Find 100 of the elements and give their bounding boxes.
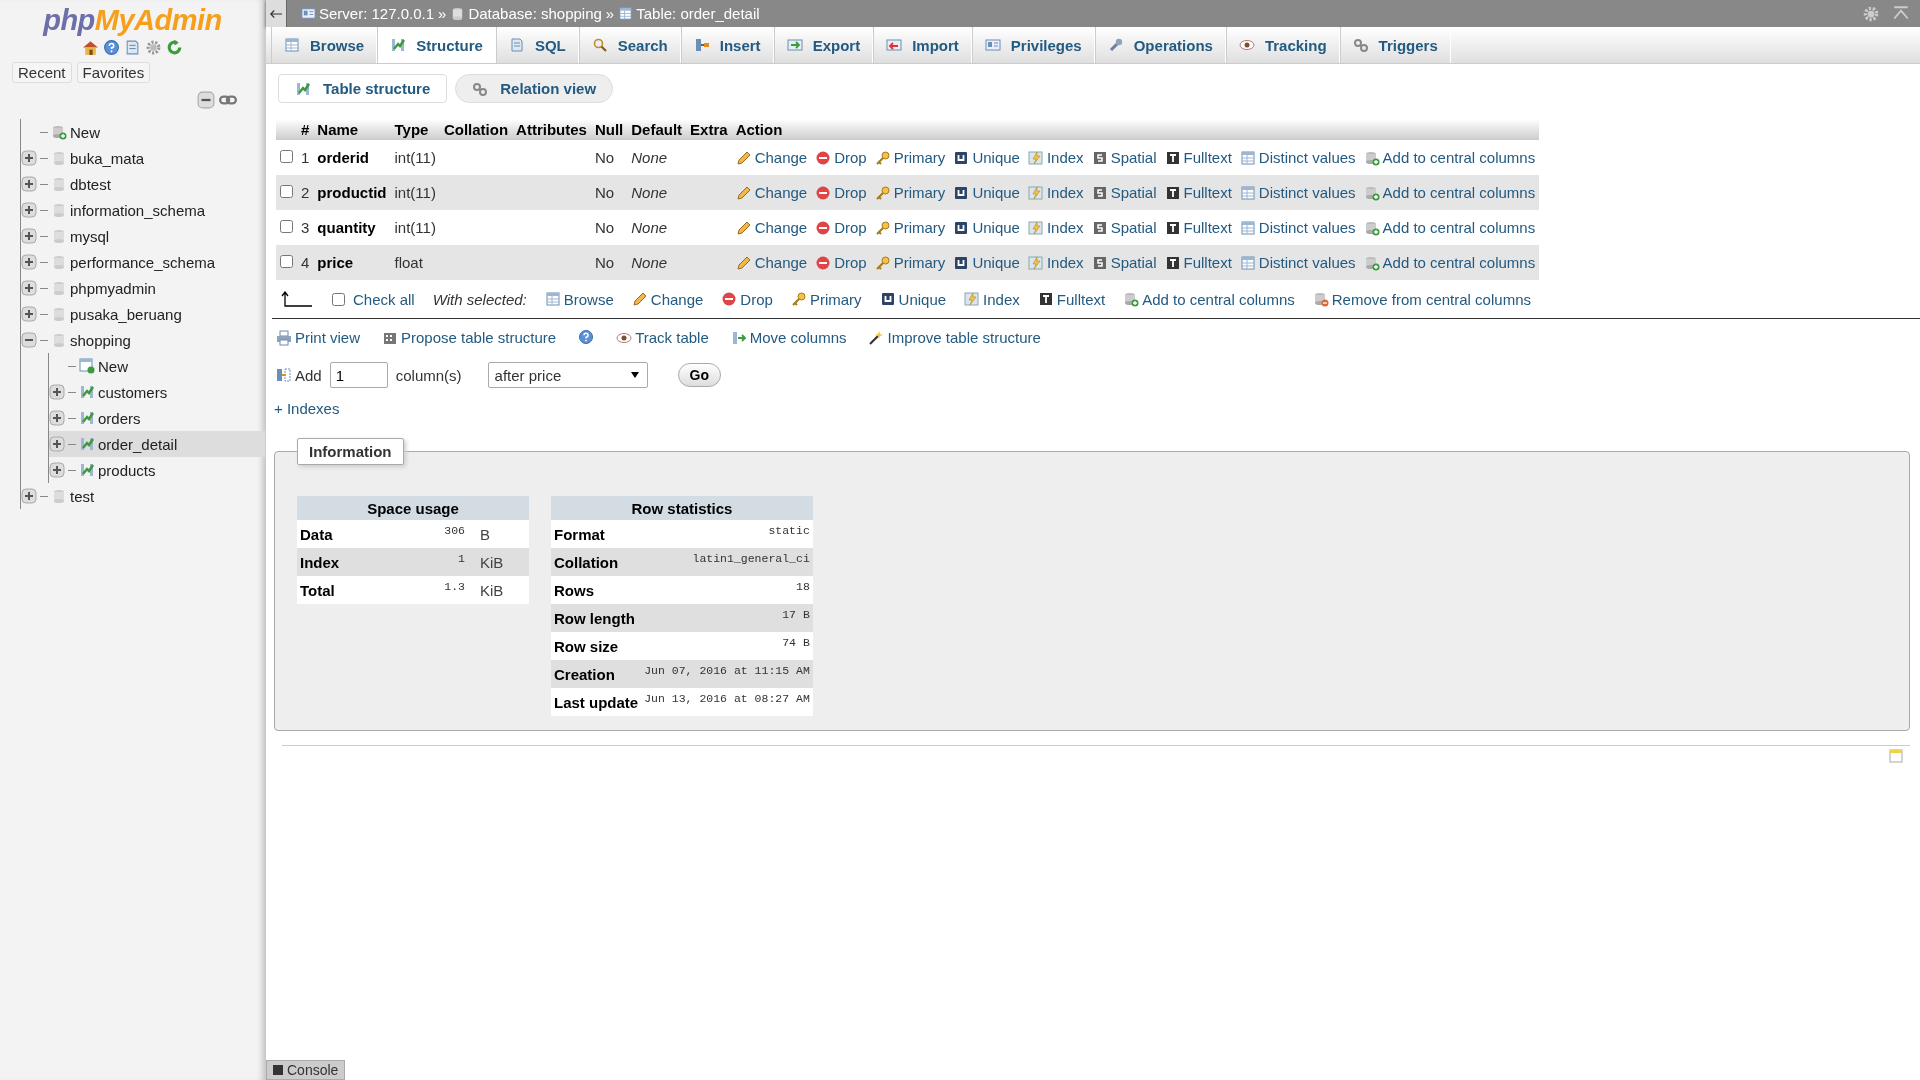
action-link[interactable]: Unique: [953, 149, 1020, 166]
tree-item[interactable]: dbtest: [21, 171, 265, 197]
tree-item[interactable]: shopping: [21, 327, 265, 353]
tab[interactable]: Tracking: [1225, 27, 1340, 63]
bulk-action-link[interactable]: Index: [964, 290, 1020, 308]
expand-icon[interactable]: [49, 410, 65, 426]
action-link[interactable]: Index: [1027, 219, 1084, 236]
column-count-field[interactable]: 1: [329, 362, 388, 388]
sidebar-tab[interactable]: Favorites: [76, 62, 151, 83]
link[interactable]: Propose table structure: [382, 329, 557, 346]
tree-item[interactable]: test: [21, 483, 265, 509]
action-link[interactable]: Fulltext: [1164, 254, 1232, 271]
collapse-icon[interactable]: [21, 332, 37, 348]
action-link[interactable]: Distinct values: [1239, 254, 1356, 271]
action-link[interactable]: Index: [1027, 254, 1084, 271]
action-link[interactable]: Fulltext: [1164, 219, 1232, 236]
expand-icon[interactable]: [21, 254, 37, 270]
action-link[interactable]: Distinct values: [1239, 184, 1356, 201]
go-button[interactable]: Go: [677, 363, 721, 387]
logo[interactable]: phpMyAdmin: [0, 0, 265, 37]
tab[interactable]: Import: [873, 27, 972, 63]
expand-icon[interactable]: [21, 228, 37, 244]
bulk-action-link[interactable]: Change: [631, 290, 704, 308]
tree-item[interactable]: customers: [49, 379, 265, 405]
action-link[interactable]: Change: [735, 254, 808, 271]
tab[interactable]: Triggers: [1339, 27, 1451, 63]
bulk-action-link[interactable]: Remove from central columns: [1312, 290, 1531, 308]
action-link[interactable]: Index: [1027, 149, 1084, 166]
tree-item[interactable]: mysql: [21, 223, 265, 249]
tab[interactable]: Privileges: [971, 27, 1095, 63]
bulk-action-link[interactable]: Add to central columns: [1123, 290, 1295, 308]
checkbox[interactable]: [332, 292, 345, 306]
tab[interactable]: SQL: [495, 27, 579, 63]
action-link[interactable]: Add to central columns: [1363, 184, 1536, 201]
help-icon[interactable]: [103, 39, 120, 56]
action-link[interactable]: Change: [735, 219, 808, 236]
document-icon[interactable]: [124, 39, 141, 56]
bulk-action-link[interactable]: Browse: [544, 290, 614, 308]
link[interactable]: Improve table structure: [868, 329, 1041, 346]
action-link[interactable]: Primary: [874, 184, 946, 201]
action-link[interactable]: Drop: [815, 254, 867, 271]
tab[interactable]: Export: [773, 27, 874, 63]
breadcrumb-link[interactable]: Table: order_detail: [618, 5, 760, 22]
console-tab[interactable]: Console: [266, 1060, 346, 1080]
tree-item[interactable]: performance_schema: [21, 249, 265, 275]
back-button[interactable]: [266, 0, 287, 27]
action-link[interactable]: Fulltext: [1164, 184, 1232, 201]
action-link[interactable]: Spatial: [1091, 149, 1157, 166]
tab[interactable]: Search: [578, 27, 681, 63]
action-link[interactable]: Distinct values: [1239, 149, 1356, 166]
action-link[interactable]: Spatial: [1091, 184, 1157, 201]
link[interactable]: Move columns: [730, 329, 847, 346]
tab[interactable]: Insert: [680, 27, 774, 63]
action-link[interactable]: Add to central columns: [1363, 254, 1536, 271]
action-link[interactable]: Primary: [874, 254, 946, 271]
expand-icon[interactable]: [49, 462, 65, 478]
expand-icon[interactable]: [21, 202, 37, 218]
action-link[interactable]: Change: [735, 149, 808, 166]
tab[interactable]: Structure: [377, 27, 496, 63]
position-dropdown[interactable]: after price: [487, 362, 648, 388]
tree-item[interactable]: New: [21, 119, 265, 145]
row-checkbox[interactable]: [280, 255, 293, 268]
action-link[interactable]: Distinct values: [1239, 219, 1356, 236]
tree-item[interactable]: buka_mata: [21, 145, 265, 171]
action-link[interactable]: Unique: [953, 254, 1020, 271]
expand-icon[interactable]: [21, 306, 37, 322]
row-checkbox[interactable]: [280, 185, 293, 198]
home-icon[interactable]: [82, 39, 99, 56]
row-checkbox[interactable]: [280, 220, 293, 233]
tree-item[interactable]: information_schema: [21, 197, 265, 223]
action-link[interactable]: Unique: [953, 184, 1020, 201]
expand-icon[interactable]: [21, 176, 37, 192]
tree-item[interactable]: orders: [49, 405, 265, 431]
reload-icon[interactable]: [166, 39, 183, 56]
expand-icon[interactable]: [21, 280, 37, 296]
indexes-link[interactable]: + Indexes: [274, 400, 340, 417]
expand-icon[interactable]: [21, 488, 37, 504]
expand-icon[interactable]: [21, 150, 37, 166]
action-link[interactable]: Drop: [815, 149, 867, 166]
action-link[interactable]: Drop: [815, 184, 867, 201]
check-all-checkbox[interactable]: Check all: [332, 290, 415, 308]
expand-icon[interactable]: [49, 384, 65, 400]
action-link[interactable]: Index: [1027, 184, 1084, 201]
action-link[interactable]: Change: [735, 184, 808, 201]
tree-item[interactable]: pusaka_beruang: [21, 301, 265, 327]
action-link[interactable]: Spatial: [1091, 254, 1157, 271]
action-link[interactable]: Add to central columns: [1363, 219, 1536, 236]
bulk-action-link[interactable]: Primary: [790, 290, 862, 308]
action-link[interactable]: Spatial: [1091, 219, 1157, 236]
tree-item[interactable]: order_detail: [49, 431, 265, 457]
action-link[interactable]: Drop: [815, 219, 867, 236]
action-link[interactable]: Primary: [874, 149, 946, 166]
bulk-action-link[interactable]: Drop: [721, 290, 773, 308]
subtab[interactable]: Relation view: [455, 74, 614, 103]
bulk-action-link[interactable]: Fulltext: [1037, 290, 1106, 308]
bulk-action-link[interactable]: Unique: [879, 290, 947, 308]
sidebar-tab[interactable]: Recent: [12, 62, 72, 83]
subtab[interactable]: Table structure: [278, 74, 448, 103]
tab[interactable]: Operations: [1094, 27, 1226, 63]
collapse-all-icon[interactable]: [197, 91, 215, 109]
